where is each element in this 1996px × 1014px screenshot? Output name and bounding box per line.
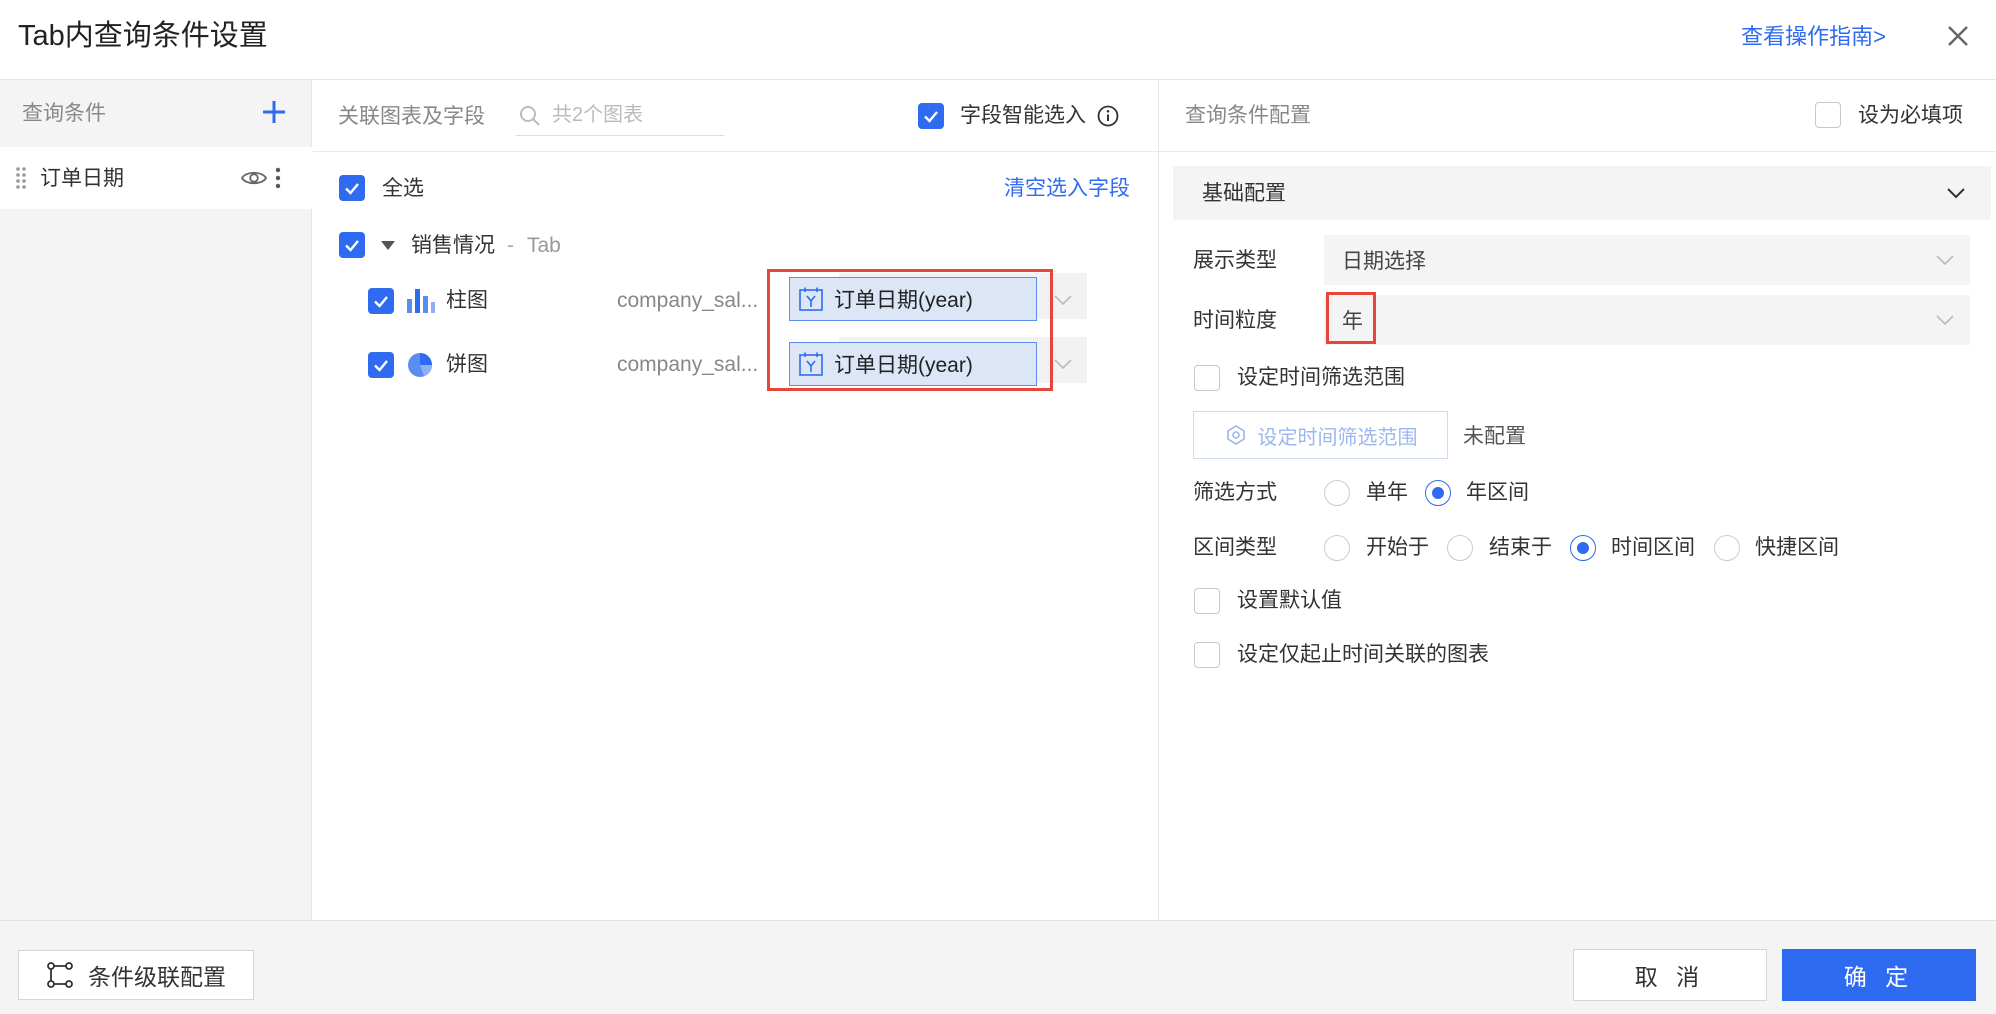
filter-mode-single: 单年 bbox=[1366, 481, 1408, 504]
cascade-icon bbox=[47, 962, 73, 988]
chevron-down-icon[interactable] bbox=[1052, 353, 1074, 375]
confirm-button[interactable]: 确 定 bbox=[1782, 949, 1976, 1001]
chevron-down-icon[interactable] bbox=[1945, 182, 1967, 204]
search-icon bbox=[518, 104, 542, 128]
default-value-label: 设置默认值 bbox=[1237, 589, 1342, 612]
chevron-down-icon bbox=[1936, 255, 1954, 266]
year-field-icon bbox=[799, 287, 823, 311]
section-title: 基础配置 bbox=[1202, 182, 1286, 205]
required-label: 设为必填项 bbox=[1858, 104, 1963, 127]
range-type-radio-start[interactable] bbox=[1324, 535, 1350, 561]
filter-mode-range: 年区间 bbox=[1466, 481, 1529, 504]
granularity-select[interactable]: 年 bbox=[1324, 295, 1970, 345]
smart-select-checkbox[interactable] bbox=[918, 103, 944, 129]
more-vertical-icon[interactable] bbox=[272, 164, 284, 192]
year-field-icon bbox=[799, 352, 823, 376]
group-name: 销售情况 bbox=[411, 234, 495, 257]
dialog-title: Tab内查询条件设置 bbox=[18, 20, 268, 52]
group-checkbox[interactable] bbox=[339, 232, 365, 258]
chart-dataset-bar: company_sal... bbox=[617, 289, 759, 312]
range-type-radio-interval[interactable] bbox=[1570, 535, 1596, 561]
close-icon bbox=[1948, 26, 1968, 46]
chart-checkbox-bar[interactable] bbox=[368, 288, 394, 314]
check-icon bbox=[924, 111, 938, 123]
range-type-start: 开始于 bbox=[1366, 536, 1429, 559]
start-end-checkbox[interactable] bbox=[1194, 642, 1220, 668]
chart-dataset-pie: company_sal... bbox=[617, 353, 759, 376]
conditions-title: 查询条件 bbox=[22, 102, 106, 125]
filter-mode-radio-range[interactable] bbox=[1425, 480, 1451, 506]
set-range-checkbox[interactable] bbox=[1194, 365, 1220, 391]
set-range-button[interactable]: 设定时间筛选范围 bbox=[1193, 411, 1448, 459]
plus-icon bbox=[263, 101, 285, 123]
cascade-config-label: 条件级联配置 bbox=[88, 964, 226, 990]
start-end-label: 设定仅起止时间关联的图表 bbox=[1237, 643, 1489, 666]
eye-icon[interactable] bbox=[240, 164, 268, 192]
display-type-select[interactable]: 日期选择 bbox=[1324, 235, 1970, 285]
required-checkbox[interactable] bbox=[1815, 102, 1841, 128]
range-status: 未配置 bbox=[1463, 425, 1526, 448]
chart-name-pie: 饼图 bbox=[446, 353, 488, 376]
close-button[interactable] bbox=[1942, 20, 1974, 52]
field-tag-pie[interactable]: 订单日期(year) bbox=[789, 342, 1037, 386]
field-tag-label: 订单日期(year) bbox=[834, 289, 973, 312]
dialog-header bbox=[0, 0, 1996, 80]
check-icon bbox=[345, 183, 359, 195]
select-all-checkbox[interactable] bbox=[339, 175, 365, 201]
bar-chart-icon bbox=[406, 287, 436, 315]
select-all-label: 全选 bbox=[382, 177, 424, 200]
chevron-down-icon bbox=[1936, 315, 1954, 326]
condition-label: 订单日期 bbox=[40, 167, 124, 190]
group-type: Tab bbox=[527, 234, 561, 257]
range-type-label: 区间类型 bbox=[1193, 536, 1277, 559]
range-settings-icon bbox=[1226, 425, 1245, 445]
chart-name-bar: 柱图 bbox=[446, 289, 488, 312]
display-type-value: 日期选择 bbox=[1342, 250, 1426, 273]
set-range-button-label: 设定时间筛选范围 bbox=[1257, 426, 1418, 449]
caret-down-icon[interactable] bbox=[380, 238, 396, 252]
check-icon bbox=[345, 240, 359, 252]
add-condition-button[interactable] bbox=[258, 96, 290, 128]
cascade-config-button[interactable]: 条件级联配置 bbox=[18, 950, 254, 1000]
field-tag-bar[interactable]: 订单日期(year) bbox=[789, 277, 1037, 321]
basic-config-section[interactable] bbox=[1173, 166, 1991, 220]
config-title: 查询条件配置 bbox=[1185, 104, 1311, 127]
range-type-end: 结束于 bbox=[1489, 536, 1552, 559]
set-range-label: 设定时间筛选范围 bbox=[1237, 366, 1405, 389]
chart-checkbox-pie[interactable] bbox=[368, 352, 394, 378]
range-type-radio-end[interactable] bbox=[1447, 535, 1473, 561]
chevron-down-icon[interactable] bbox=[1052, 289, 1074, 311]
range-type-radio-quick[interactable] bbox=[1714, 535, 1740, 561]
filter-mode-label: 筛选方式 bbox=[1193, 481, 1277, 504]
guide-link[interactable]: 查看操作指南> bbox=[1741, 22, 1886, 52]
default-value-checkbox[interactable] bbox=[1194, 588, 1220, 614]
info-icon[interactable] bbox=[1096, 104, 1120, 128]
display-type-label: 展示类型 bbox=[1193, 249, 1277, 272]
charts-title: 关联图表及字段 bbox=[338, 105, 485, 128]
range-type-quick: 快捷区间 bbox=[1755, 536, 1839, 559]
clear-fields-link[interactable]: 清空选入字段 bbox=[1004, 175, 1130, 203]
drag-handle-icon[interactable] bbox=[14, 165, 28, 191]
smart-select-label: 字段智能选入 bbox=[960, 104, 1086, 127]
granularity-label: 时间粒度 bbox=[1193, 309, 1277, 332]
check-icon bbox=[374, 360, 388, 372]
group-separator: - bbox=[507, 234, 514, 257]
granularity-value: 年 bbox=[1342, 310, 1363, 333]
filter-mode-radio-single[interactable] bbox=[1324, 480, 1350, 506]
pie-chart-icon bbox=[406, 351, 434, 379]
panel-divider bbox=[1158, 80, 1159, 920]
chart-search-input[interactable] bbox=[552, 100, 722, 130]
range-type-interval: 时间区间 bbox=[1611, 536, 1695, 559]
field-tag-label: 订单日期(year) bbox=[834, 354, 973, 377]
cancel-button[interactable]: 取 消 bbox=[1573, 949, 1767, 1001]
check-icon bbox=[374, 296, 388, 308]
